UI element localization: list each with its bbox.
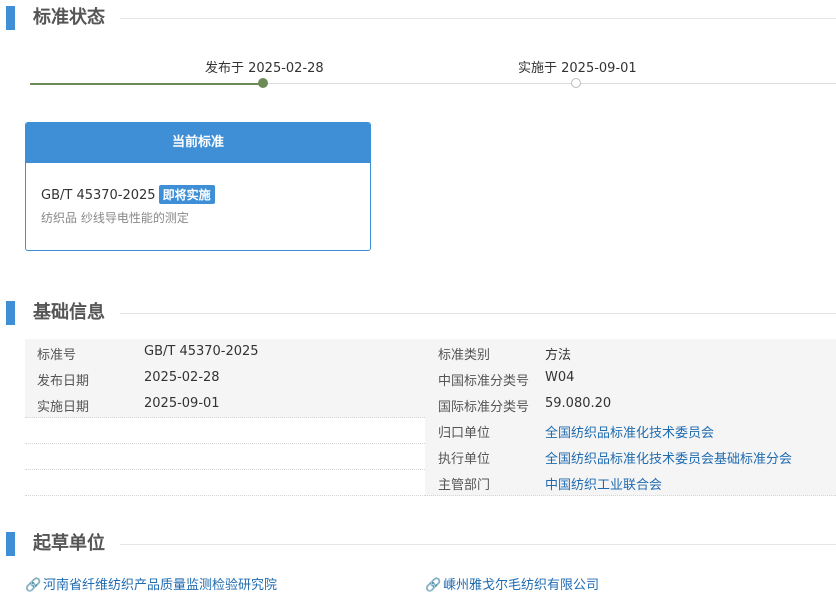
drafting-unit-link[interactable]: 🔗 嵊州雅戈尔毛纺织有限公司 — [425, 574, 599, 593]
drafting-unit-name: 嵊州雅戈尔毛纺织有限公司 — [443, 578, 600, 593]
basic-info-section-header: 基础信息 — [0, 301, 836, 327]
info-label: 国际标准分类号 — [438, 400, 530, 415]
info-row: 归口单位 全国纺织品标准化技术委员会 — [425, 417, 836, 444]
info-value: GB/T 45370-2025 — [144, 344, 259, 359]
info-label: 发布日期 — [37, 374, 90, 389]
info-value: 方法 — [545, 348, 572, 363]
info-row: 标准号 GB/T 45370-2025 — [25, 339, 425, 366]
committee-link[interactable]: 全国纺织品标准化技术委员会 — [545, 422, 714, 441]
info-row: 发布日期 2025-02-28 — [25, 365, 425, 392]
link-icon: 🔗 — [425, 578, 442, 593]
timeline-published-dot — [258, 78, 268, 88]
info-value: 2025-09-01 — [144, 396, 220, 411]
link-icon: 🔗 — [25, 578, 42, 593]
timeline-published-label: 发布于 2025-02-28 — [205, 61, 324, 76]
info-label: 标准号 — [37, 348, 77, 363]
timeline-remaining-line — [264, 83, 836, 84]
info-value: 59.080.20 — [545, 396, 612, 411]
info-row-empty — [25, 443, 425, 470]
section-accent-bar — [6, 301, 15, 325]
info-row: 标准类别 方法 — [425, 339, 836, 366]
info-row: 执行单位 全国纺织品标准化技术委员会基础标准分会 — [425, 443, 836, 470]
card-standard-code: GB/T 45370-2025 即将实施 — [41, 185, 215, 204]
drafting-unit-link[interactable]: 🔗 河南省纤维纺织产品质量监测检验研究院 — [25, 574, 277, 593]
section-accent-bar — [6, 6, 15, 30]
info-row: 国际标准分类号 59.080.20 — [425, 391, 836, 418]
executing-unit-link[interactable]: 全国纺织品标准化技术委员会基础标准分会 — [545, 448, 792, 467]
standard-code-text: GB/T 45370-2025 — [41, 188, 156, 203]
info-label: 主管部门 — [438, 478, 491, 493]
authority-link[interactable]: 中国纺织工业联合会 — [545, 474, 662, 493]
info-label: 执行单位 — [438, 452, 491, 467]
info-label: 实施日期 — [37, 400, 90, 415]
status-badge: 即将实施 — [158, 185, 215, 204]
section-accent-bar — [6, 532, 15, 556]
section-title: 基础信息 — [33, 302, 105, 323]
drafting-section-header: 起草单位 — [0, 532, 836, 558]
section-divider — [120, 313, 836, 314]
timeline-progress-line — [30, 83, 264, 85]
card-standard-name: 纺织品 纱线导电性能的测定 — [41, 211, 189, 225]
info-row-empty — [25, 469, 425, 496]
card-header: 当前标准 — [26, 123, 370, 163]
section-divider — [120, 18, 836, 19]
section-title: 起草单位 — [33, 533, 105, 554]
info-label: 归口单位 — [438, 426, 491, 441]
info-row: 主管部门 中国纺织工业联合会 — [425, 469, 836, 496]
info-row-empty — [25, 417, 425, 444]
info-label: 中国标准分类号 — [438, 374, 530, 389]
info-value: W04 — [545, 370, 575, 385]
info-value: 2025-02-28 — [144, 370, 220, 385]
info-row: 中国标准分类号 W04 — [425, 365, 836, 392]
status-section-header: 标准状态 — [0, 6, 836, 32]
timeline-effective-dot — [571, 78, 581, 88]
info-row: 实施日期 2025-09-01 — [25, 391, 425, 418]
drafting-unit-name: 河南省纤维纺织产品质量监测检验研究院 — [43, 578, 278, 593]
section-divider — [120, 544, 836, 545]
info-label: 标准类别 — [438, 348, 491, 363]
timeline-effective-label: 实施于 2025-09-01 — [518, 61, 637, 76]
section-title: 标准状态 — [33, 7, 105, 28]
current-standard-card[interactable]: 当前标准 GB/T 45370-2025 即将实施 纺织品 纱线导电性能的测定 — [25, 122, 371, 251]
